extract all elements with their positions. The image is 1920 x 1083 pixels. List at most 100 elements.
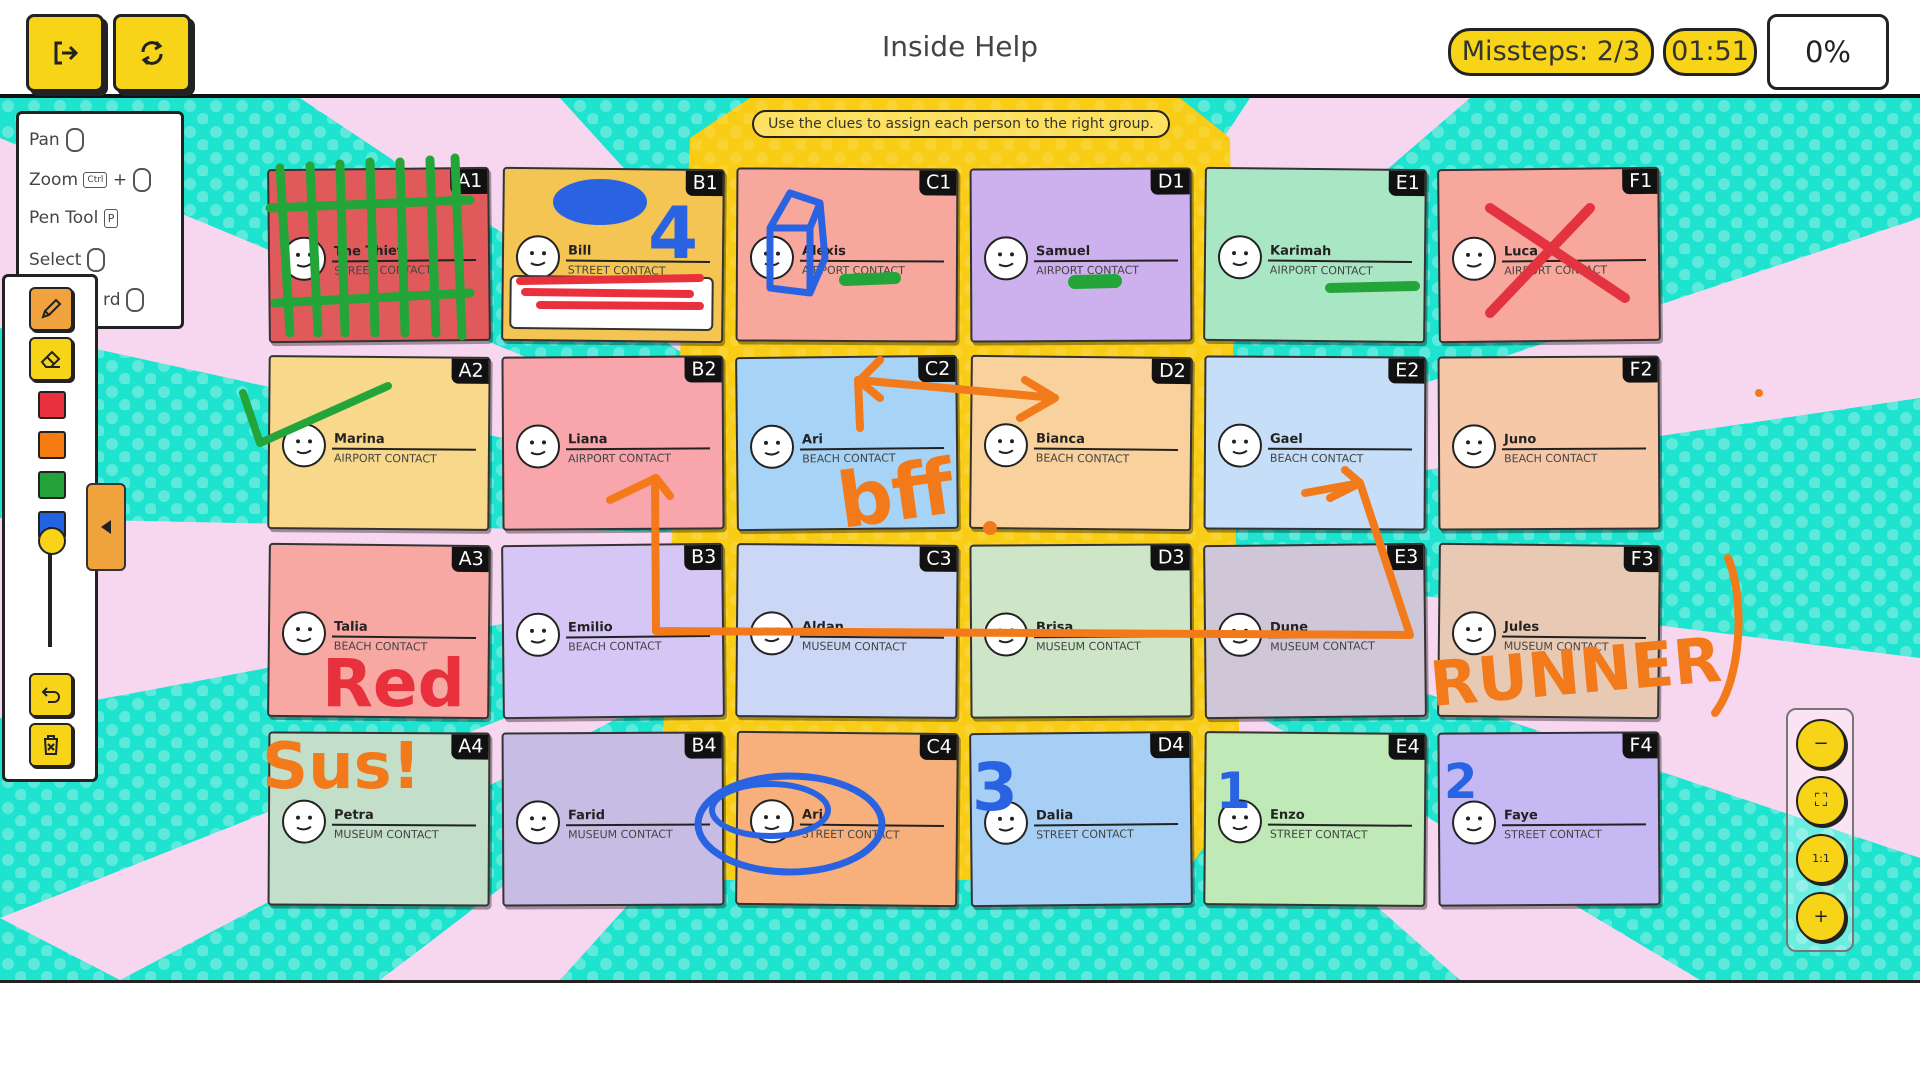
- person-name: Juno: [1503, 432, 1537, 448]
- timer: 01:51: [1663, 28, 1757, 76]
- person-name: Brisa: [1035, 620, 1074, 636]
- person-card-e2[interactable]: E2 Gael BEACH CONTACT: [1203, 355, 1427, 531]
- person-card-a3[interactable]: A3 Talia BEACH CONTACT: [267, 542, 491, 720]
- card-id: A2: [451, 358, 489, 384]
- person-role: BEACH CONTACT: [802, 451, 896, 466]
- face-icon: [1451, 424, 1497, 469]
- person-role: AIRPORT CONTACT: [333, 451, 437, 466]
- divider: [331, 447, 476, 451]
- person-card-d4[interactable]: D4 Dalia STREET CONTACT: [969, 730, 1193, 908]
- person-role: STREET CONTACT: [1036, 827, 1134, 842]
- person-card-a4[interactable]: A4 Petra MUSEUM CONTACT: [267, 731, 491, 907]
- person-card-f3[interactable]: F3 Jules MUSEUM CONTACT: [1437, 542, 1661, 720]
- person-name: Aldan: [801, 619, 844, 635]
- person-role: MUSEUM CONTACT: [1036, 639, 1141, 654]
- face-icon: [1217, 234, 1263, 280]
- person-card-f1[interactable]: F1 Luca AIRPORT CONTACT: [1437, 166, 1661, 344]
- person-card-c2[interactable]: C2 Ari BEACH CONTACT: [735, 354, 959, 532]
- person-role: STREET CONTACT: [801, 827, 900, 842]
- person-role: BEACH CONTACT: [333, 639, 428, 654]
- person-card-e1[interactable]: E1 Karimah AIRPORT CONTACT: [1203, 166, 1427, 344]
- person-name: Dalia: [1035, 808, 1074, 824]
- color-swatch[interactable]: [38, 391, 66, 419]
- face-icon: [281, 799, 327, 844]
- card-id: B2: [684, 357, 722, 383]
- person-card-a2[interactable]: A2 Marina AIRPORT CONTACT: [267, 355, 491, 531]
- person-role: AIRPORT CONTACT: [801, 263, 905, 278]
- reset-zoom-button[interactable]: 1:1: [1796, 834, 1846, 884]
- person-name: Bianca: [1035, 431, 1085, 448]
- face-icon: [749, 611, 795, 656]
- person-card-b3[interactable]: B3 Emilio BEACH CONTACT: [501, 542, 725, 720]
- pencil-icon: [41, 298, 62, 319]
- face-icon: [749, 235, 795, 280]
- clear-icon: [44, 735, 58, 755]
- undo-icon: [41, 687, 60, 703]
- undo-button[interactable]: [29, 673, 73, 717]
- person-card-f4[interactable]: F4 Faye STREET CONTACT: [1437, 731, 1661, 907]
- person-card-b2[interactable]: B2 Liana AIRPORT CONTACT: [501, 355, 725, 531]
- fit-view-button[interactable]: ⛶: [1796, 776, 1846, 826]
- person-name: Samuel: [1035, 243, 1091, 260]
- card-id: D2: [1151, 358, 1191, 385]
- divider: [331, 823, 476, 827]
- card-id: D4: [1150, 732, 1190, 759]
- person-card-b4[interactable]: B4 Farid MUSEUM CONTACT: [501, 731, 725, 907]
- person-role: MUSEUM CONTACT: [1503, 639, 1609, 654]
- clue-note: [509, 274, 714, 332]
- help-partial: rd: [103, 288, 145, 312]
- zoom-in-button[interactable]: +: [1796, 892, 1846, 942]
- card-id: B4: [684, 733, 722, 759]
- person-name: Dune: [1269, 620, 1309, 636]
- person-card-b1[interactable]: B1 Bill STREET CONTACT: [501, 166, 725, 344]
- face-icon: [1217, 612, 1263, 658]
- face-icon: [515, 424, 561, 469]
- divider: [1501, 635, 1646, 640]
- person-card-f2[interactable]: F2 Juno BEACH CONTACT: [1437, 355, 1661, 531]
- divider: [566, 634, 711, 639]
- color-swatch[interactable]: [38, 431, 66, 459]
- p-key-icon: P: [103, 208, 119, 228]
- person-card-c3[interactable]: C3 Aldan MUSEUM CONTACT: [735, 543, 959, 719]
- person-name: Alexis: [801, 243, 846, 259]
- person-role: AIRPORT CONTACT: [1504, 263, 1608, 278]
- color-swatch[interactable]: [38, 471, 66, 499]
- face-icon: [983, 612, 1029, 657]
- person-card-c4[interactable]: C4 Ari STREET CONTACT: [735, 730, 959, 908]
- person-card-e3[interactable]: E3 Dune MUSEUM CONTACT: [1203, 542, 1427, 720]
- person-card-d3[interactable]: D3 Brisa MUSEUM CONTACT: [969, 543, 1193, 719]
- divider: [332, 258, 477, 263]
- eraser-tool-button[interactable]: [29, 337, 73, 381]
- mouse-icon: [126, 288, 145, 312]
- face-icon: [281, 610, 327, 656]
- person-role: MUSEUM CONTACT: [568, 827, 673, 842]
- person-card-a1[interactable]: A1 The Thief STREET CONTACT: [267, 166, 491, 344]
- clear-drawing-button[interactable]: [29, 723, 73, 767]
- card-id: E4: [1388, 734, 1425, 760]
- eraser-icon: [40, 350, 61, 368]
- zoom-out-button[interactable]: −: [1796, 719, 1846, 769]
- person-card-d1[interactable]: D1 Samuel AIRPORT CONTACT: [969, 167, 1193, 343]
- bottom-bar: [0, 980, 1920, 1083]
- person-card-c1[interactable]: C1 Alexis AIRPORT CONTACT: [735, 167, 959, 343]
- hint-banner: Use the clues to assign each person to t…: [752, 110, 1170, 138]
- divider: [799, 259, 944, 263]
- person-card-e4[interactable]: E4 Enzo STREET CONTACT: [1203, 731, 1427, 907]
- face-icon: [749, 798, 795, 844]
- person-role: AIRPORT CONTACT: [1036, 263, 1140, 278]
- person-card-d2[interactable]: D2 Bianca BEACH CONTACT: [969, 354, 1193, 532]
- divider: [566, 823, 711, 827]
- card-id: C1: [918, 170, 957, 196]
- person-name: Talia: [333, 619, 368, 635]
- divider: [799, 823, 944, 828]
- game-board[interactable]: Use the clues to assign each person to t…: [0, 98, 1920, 980]
- person-name: Ari: [801, 432, 823, 448]
- brush-size-knob[interactable]: [38, 527, 66, 555]
- face-icon: [515, 234, 561, 280]
- person-role: AIRPORT CONTACT: [568, 451, 672, 466]
- person-name: Farid: [567, 808, 606, 824]
- collapse-toolbar-button[interactable]: [86, 483, 126, 571]
- pen-tool-button[interactable]: [29, 287, 73, 331]
- person-name: Enzo: [1269, 807, 1305, 823]
- person-name: Ari: [801, 807, 824, 823]
